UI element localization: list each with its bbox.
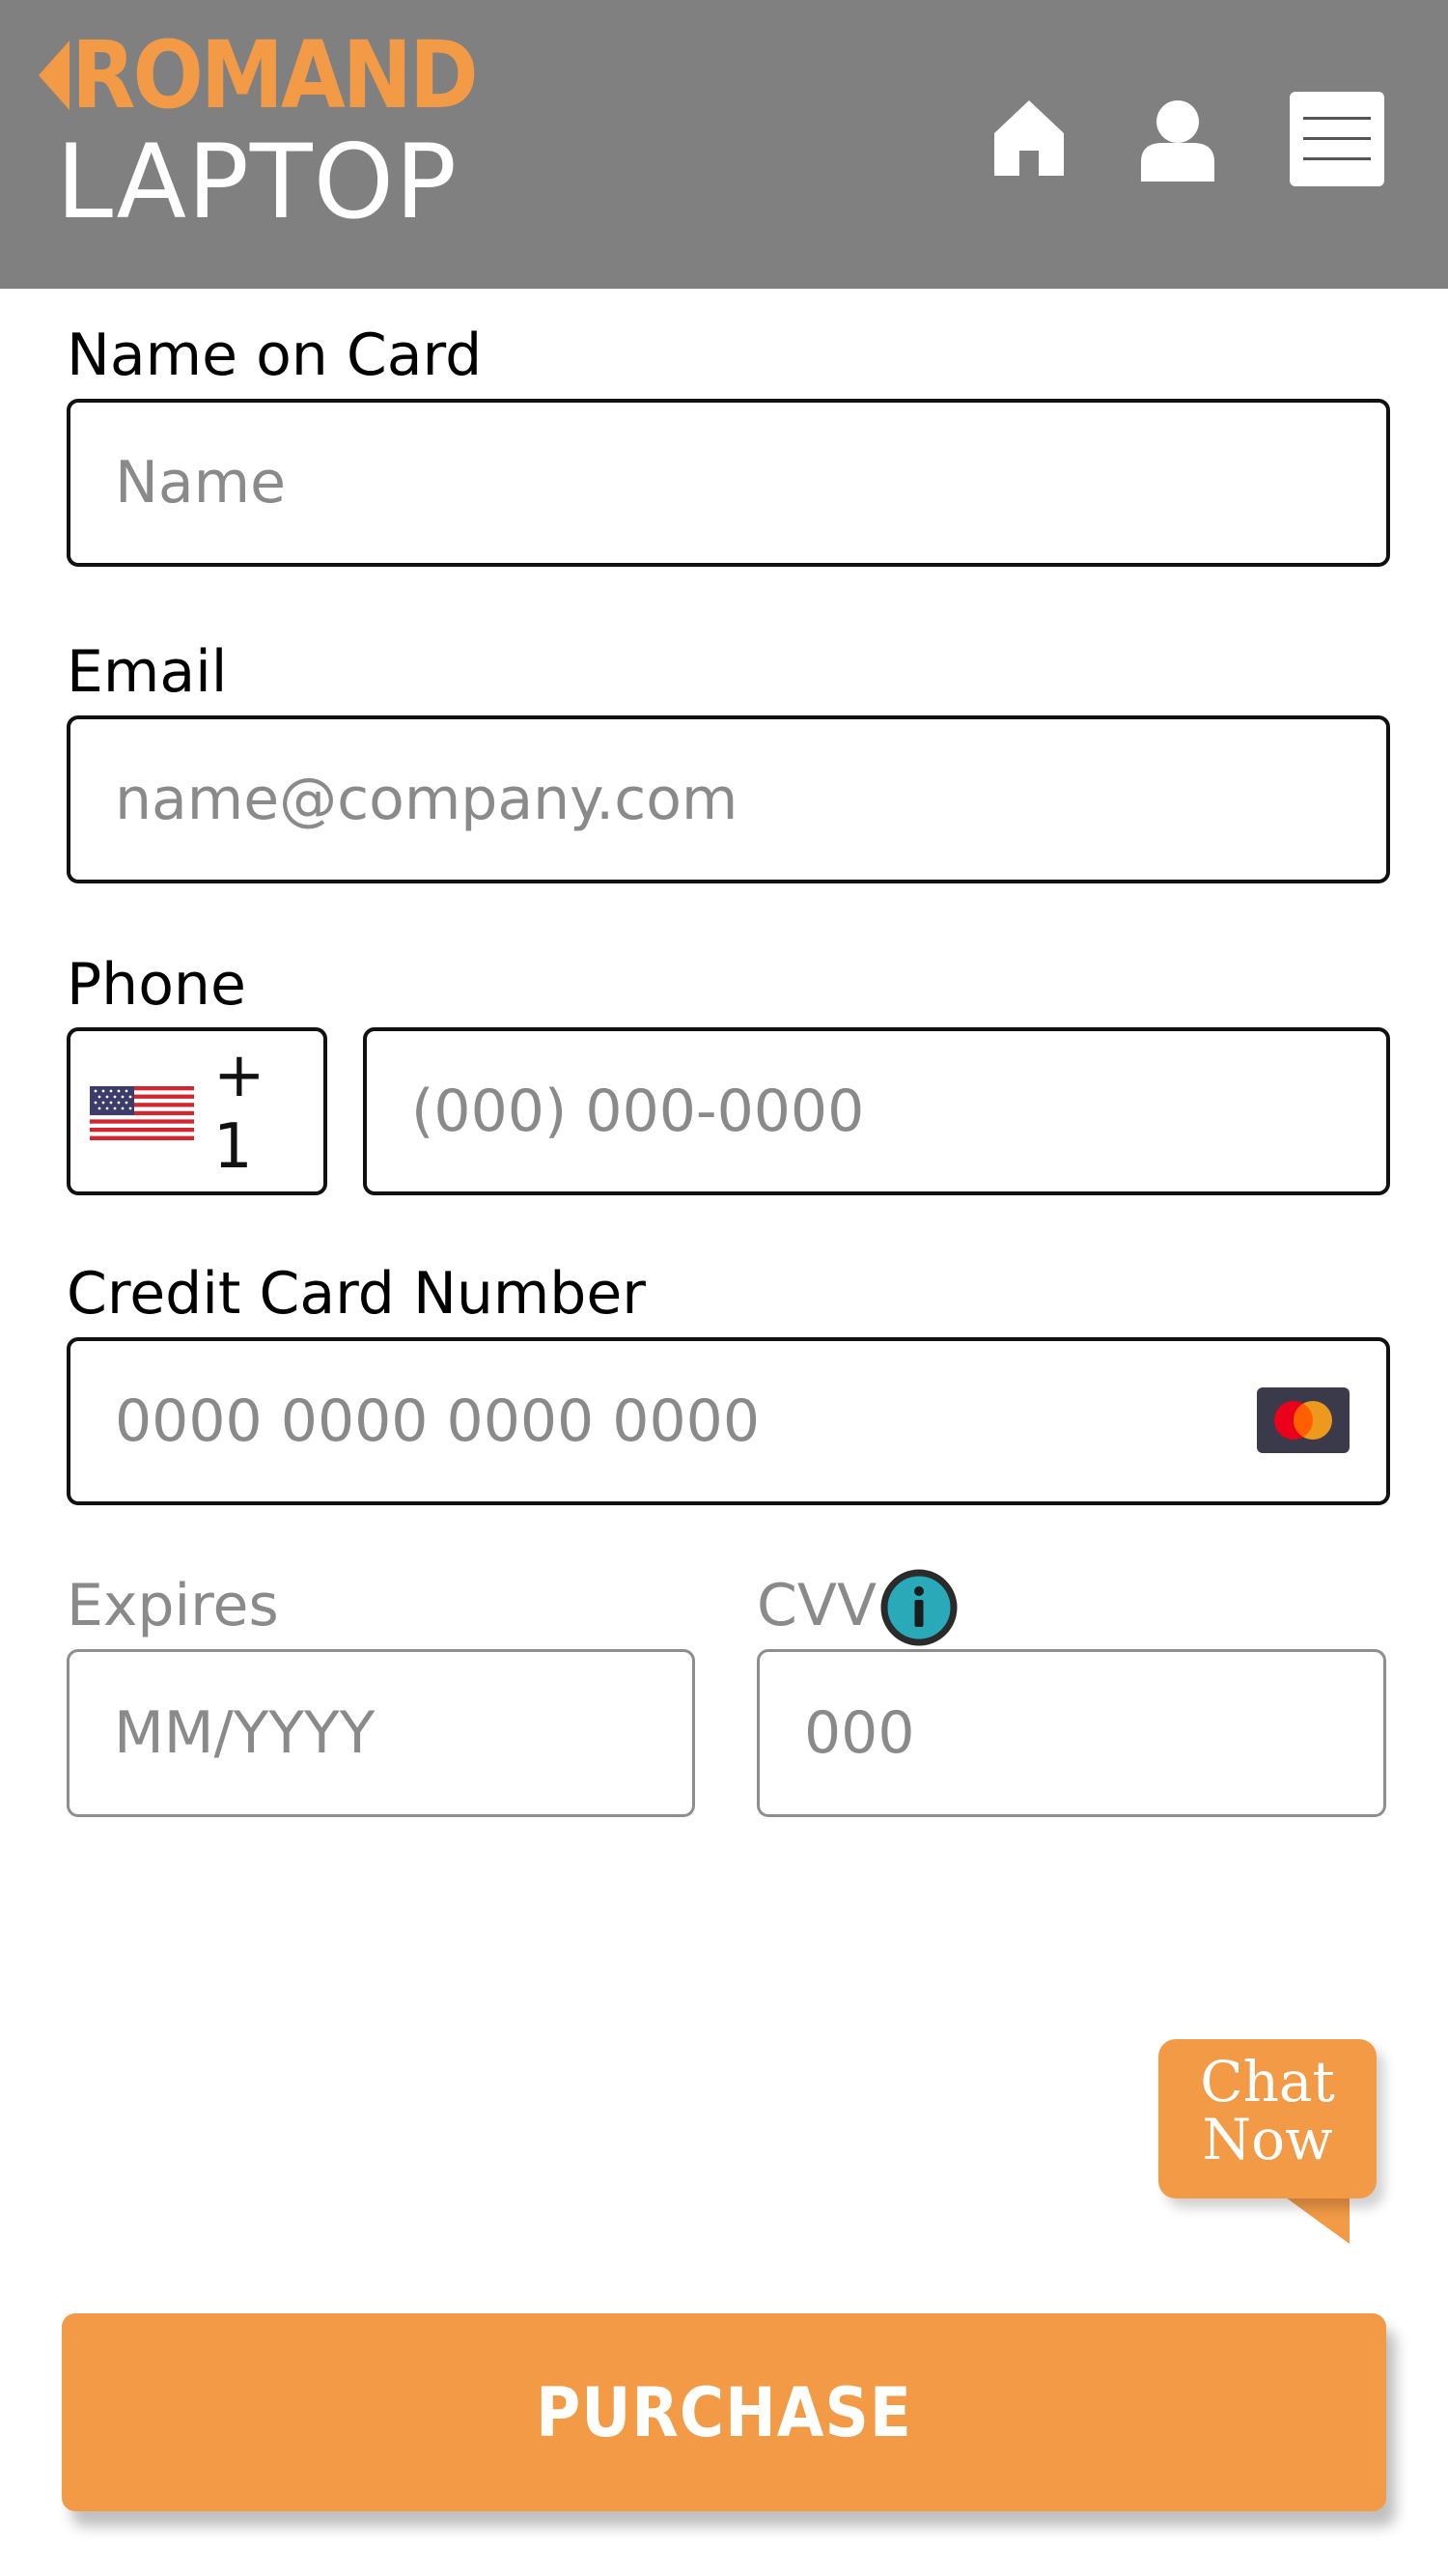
mastercard-icon [1257, 1387, 1350, 1453]
country-code-text: + 1 [213, 1040, 265, 1183]
name-on-card-label: Name on Card [67, 322, 483, 389]
name-placeholder: Name [115, 449, 287, 517]
menu-button[interactable] [1290, 92, 1384, 186]
email-placeholder: name@company.com [115, 766, 738, 833]
logo-brand-text: ROMAND [71, 21, 479, 129]
name-on-card-input[interactable]: Name [67, 399, 1390, 567]
menu-bar [1303, 137, 1371, 140]
email-label: Email [67, 638, 228, 706]
menu-bar [1303, 157, 1371, 160]
cvv-placeholder: 000 [804, 1699, 915, 1767]
country-code-select[interactable]: + 1 [67, 1027, 327, 1195]
phone-label: Phone [67, 951, 246, 1019]
logo-arrow-icon [39, 41, 70, 110]
card-number-input[interactable]: 0000 0000 0000 0000 [67, 1337, 1390, 1505]
expires-placeholder: MM/YYYY [114, 1699, 376, 1767]
cvv-input[interactable]: 000 [757, 1649, 1386, 1817]
user-icon[interactable] [1139, 98, 1216, 182]
chat-now-label: Chat Now [1200, 2049, 1335, 2172]
us-flag-icon [90, 1086, 194, 1140]
cvv-label: CVV [757, 1572, 877, 1639]
expires-input[interactable]: MM/YYYY [67, 1649, 695, 1817]
email-input[interactable]: name@company.com [67, 715, 1390, 883]
card-number-placeholder: 0000 0000 0000 0000 [115, 1387, 760, 1455]
home-icon[interactable] [992, 98, 1066, 178]
card-number-label: Credit Card Number [67, 1260, 646, 1328]
app-header: ROMAND LAPTOP [0, 0, 1448, 289]
purchase-button[interactable]: PURCHASE [62, 2313, 1386, 2511]
chat-now-button[interactable]: Chat Now [1158, 2039, 1377, 2198]
logo-brand[interactable]: ROMAND [39, 21, 479, 129]
logo-product-text: LAPTOP [56, 123, 459, 241]
phone-placeholder: (000) 000-0000 [411, 1078, 865, 1145]
info-icon[interactable] [880, 1569, 958, 1646]
menu-bar [1303, 117, 1371, 120]
phone-input[interactable]: (000) 000-0000 [363, 1027, 1390, 1195]
expires-label: Expires [67, 1572, 279, 1639]
